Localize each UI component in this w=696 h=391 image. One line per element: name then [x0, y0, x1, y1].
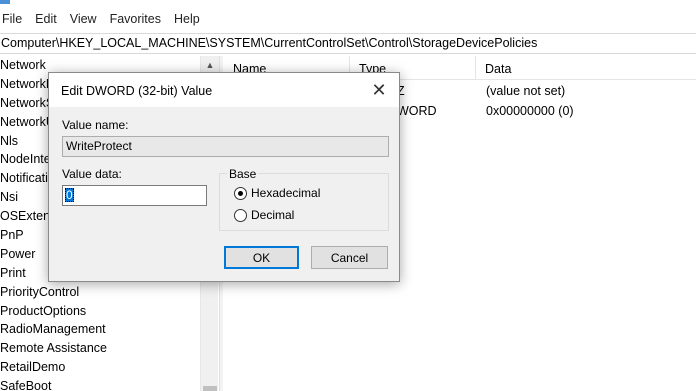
row-data: (value not set)	[486, 84, 566, 98]
value-name-label: Value name:	[62, 118, 129, 132]
app-icon	[0, 0, 10, 4]
tree-item[interactable]: SafeBoot	[0, 377, 200, 391]
hexadecimal-radio[interactable]: Hexadecimal	[234, 186, 320, 200]
tree-item[interactable]: PriorityControl	[0, 283, 200, 302]
base-groupbox	[219, 173, 389, 231]
column-header-data[interactable]: Data	[485, 62, 511, 76]
tree-item[interactable]: RetailDemo	[0, 358, 200, 377]
base-label: Base	[227, 167, 259, 181]
value-data-label: Value data:	[62, 167, 122, 181]
menu-file[interactable]: File	[2, 12, 22, 26]
value-name-field: WriteProtect	[62, 136, 389, 157]
scroll-thumb[interactable]	[203, 386, 217, 391]
tree-item[interactable]: ProductOptions	[0, 302, 200, 321]
radio-selected-icon	[234, 186, 247, 200]
dialog-title: Edit DWORD (32-bit) Value	[61, 84, 213, 98]
ok-button[interactable]: OK	[224, 246, 299, 269]
menu-favorites[interactable]: Favorites	[110, 12, 161, 26]
menu-help[interactable]: Help	[174, 12, 200, 26]
close-icon[interactable]: ✕	[359, 73, 399, 107]
row-type: WORD	[397, 104, 437, 118]
row-data: 0x00000000 (0)	[486, 104, 574, 118]
value-data-text: 0	[65, 188, 74, 202]
menu-view[interactable]: View	[70, 12, 97, 26]
edit-dword-dialog: Edit DWORD (32-bit) Value ✕ Value name: …	[48, 72, 400, 282]
menu-bar: File Edit View Favorites Help	[0, 0, 696, 36]
tree-item[interactable]: RadioManagement	[0, 320, 200, 339]
menu-items: File Edit View Favorites Help	[2, 12, 213, 26]
address-bar[interactable]: Computer\HKEY_LOCAL_MACHINE\SYSTEM\Curre…	[0, 33, 696, 54]
decimal-label: Decimal	[251, 208, 295, 222]
column-divider[interactable]	[475, 56, 476, 80]
dialog-titlebar[interactable]: Edit DWORD (32-bit) Value ✕	[49, 73, 399, 107]
value-data-input[interactable]: 0	[62, 185, 207, 206]
hexadecimal-label: Hexadecimal	[251, 186, 321, 200]
tree-item[interactable]: Remote Assistance	[0, 339, 200, 358]
radio-unselected-icon	[234, 208, 247, 222]
menu-edit[interactable]: Edit	[35, 12, 57, 26]
title-strip	[0, 0, 696, 6]
decimal-radio[interactable]: Decimal	[234, 208, 294, 222]
cancel-button[interactable]: Cancel	[311, 246, 388, 269]
